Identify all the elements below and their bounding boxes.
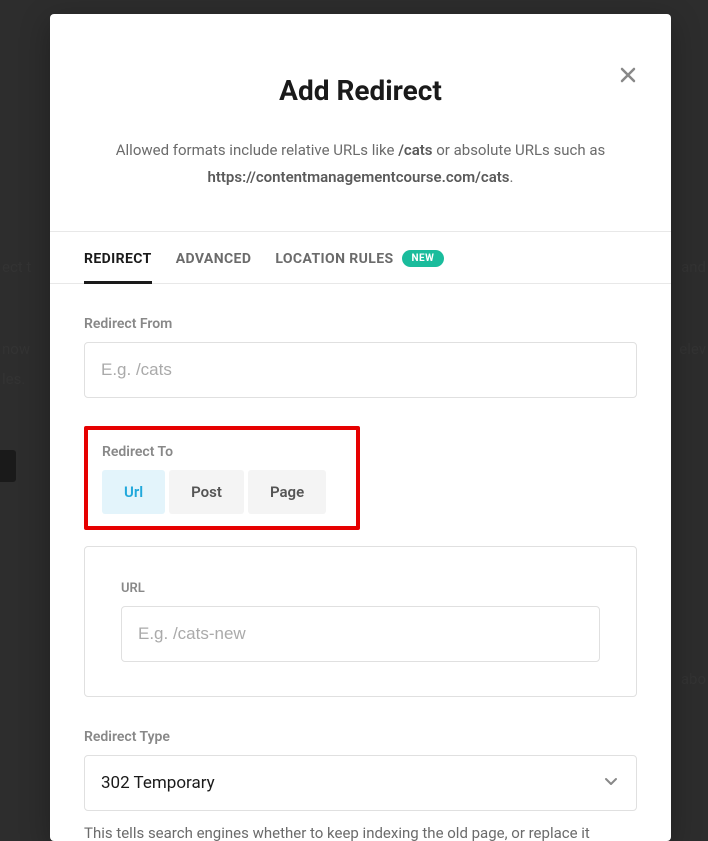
redirect-type-section: Redirect Type 302 Temporary This tells s… [84, 729, 637, 841]
subtitle-example-path: /cats [398, 141, 432, 159]
toggle-page[interactable]: Page [248, 470, 326, 514]
backdrop-fragment: now [2, 340, 30, 358]
redirect-to-highlight: Redirect To Url Post Page [84, 426, 360, 530]
close-button[interactable] [613, 60, 643, 90]
redirect-from-input[interactable] [84, 342, 637, 398]
backdrop-button-fragment [0, 450, 16, 482]
tab-advanced[interactable]: ADVANCED [176, 250, 252, 283]
backdrop-fragment: elev [679, 340, 706, 358]
close-icon [620, 61, 636, 89]
form-body: Redirect From Redirect To Url Post Page … [50, 284, 671, 841]
tab-location-rules[interactable]: LOCATION RULES NEW [275, 250, 444, 283]
toggle-post[interactable]: Post [169, 470, 244, 514]
add-redirect-modal: Add Redirect Allowed formats include rel… [50, 14, 671, 841]
toggle-url[interactable]: Url [102, 470, 165, 514]
redirect-type-help: This tells search engines whether to kee… [84, 821, 637, 841]
backdrop-fragment: les. [2, 370, 25, 388]
subtitle-text: . [510, 168, 514, 186]
subtitle-example-url: https://contentmanagementcourse.com/cats [207, 168, 509, 186]
subtitle-text: or absolute URLs such as [433, 141, 606, 159]
redirect-type-label: Redirect Type [84, 729, 637, 745]
redirect-to-toggle-group: Url Post Page [102, 470, 342, 514]
modal-header: Add Redirect Allowed formats include rel… [50, 14, 671, 231]
url-box: URL [84, 546, 637, 697]
new-badge: NEW [402, 250, 445, 267]
url-input[interactable] [121, 606, 600, 662]
redirect-from-label: Redirect From [84, 316, 637, 332]
subtitle-text: Allowed formats include relative URLs li… [116, 141, 398, 159]
tab-redirect[interactable]: REDIRECT [84, 250, 152, 284]
modal-subtitle: Allowed formats include relative URLs li… [100, 137, 621, 191]
tabs: REDIRECT ADVANCED LOCATION RULES NEW [50, 232, 671, 284]
backdrop-fragment: abo [681, 670, 706, 688]
tab-label: LOCATION RULES [275, 251, 393, 267]
url-label: URL [121, 581, 600, 596]
modal-title: Add Redirect [100, 74, 621, 107]
redirect-to-label: Redirect To [102, 444, 342, 460]
backdrop-fragment: and [681, 258, 706, 276]
backdrop-fragment: ect t [2, 258, 31, 276]
redirect-type-select[interactable]: 302 Temporary [84, 755, 637, 811]
